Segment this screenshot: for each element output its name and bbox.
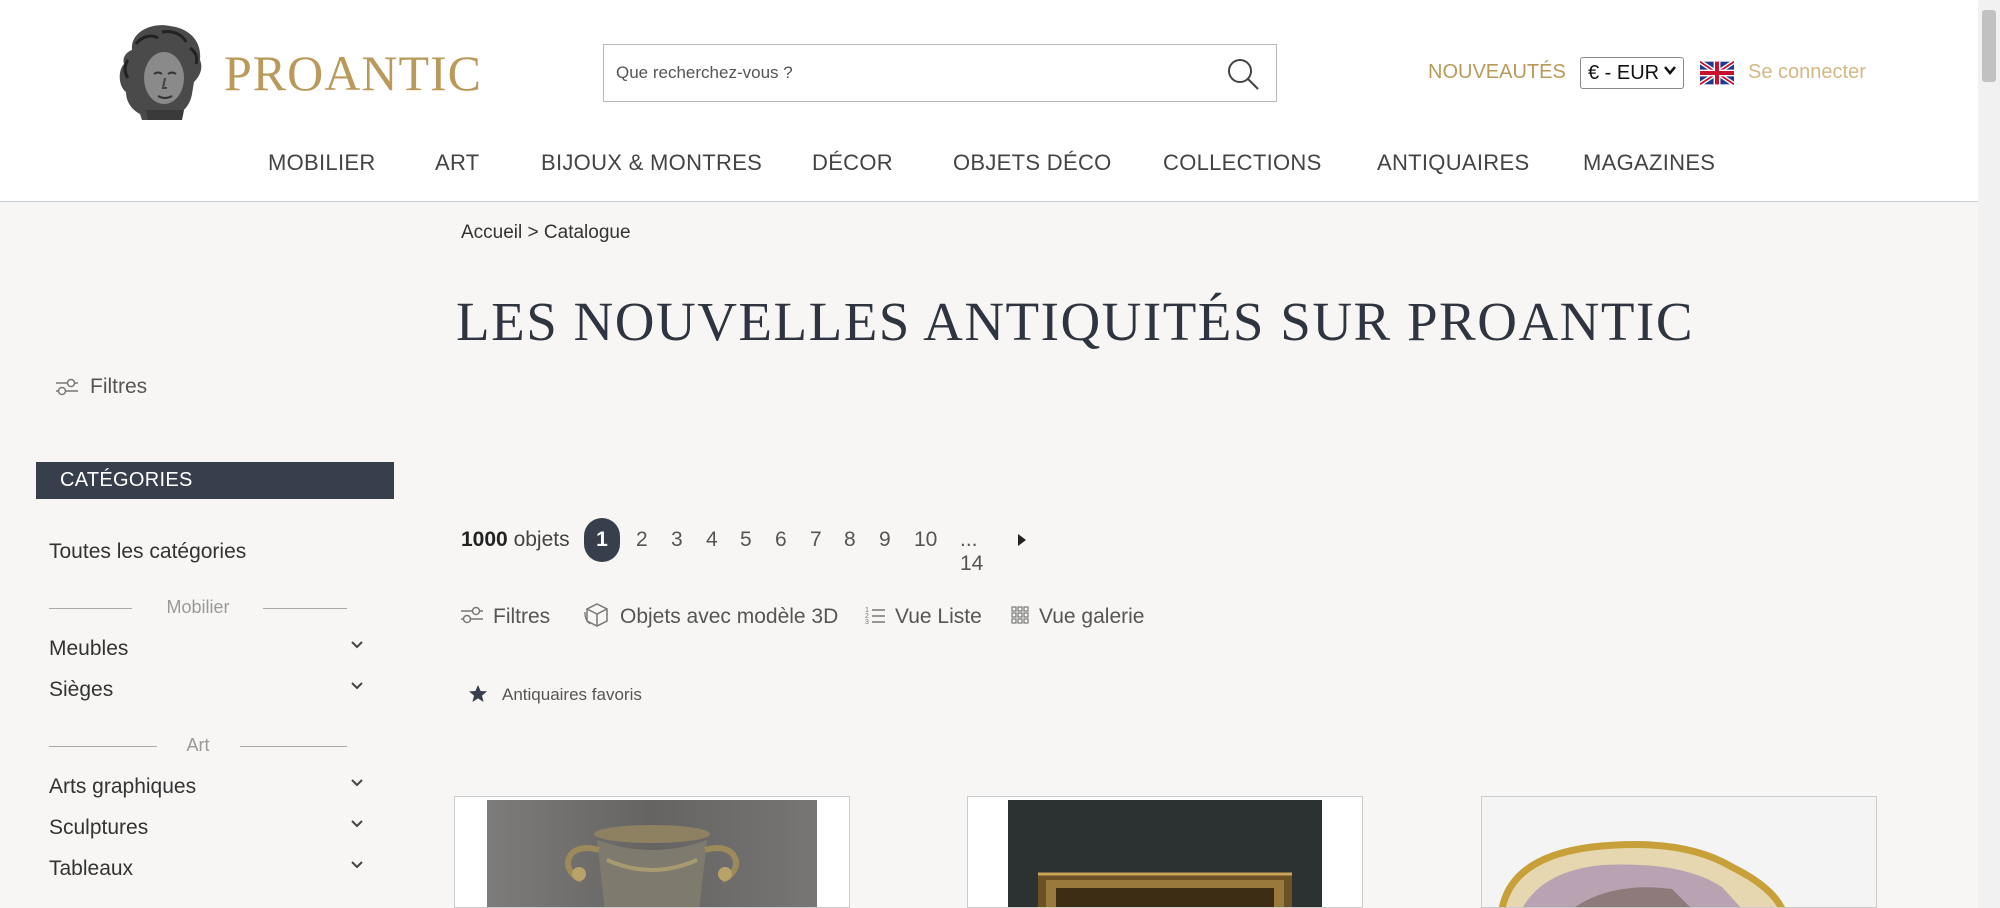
currency-select[interactable]: € - EUR — [1580, 57, 1684, 89]
filters-button[interactable]: Filtres — [461, 605, 550, 629]
list-view-label: Vue Liste — [895, 605, 982, 628]
main-nav: MOBILIER ART BIJOUX & MONTRES DÉCOR OBJE… — [0, 150, 1978, 180]
product-image[interactable] — [1008, 800, 1322, 908]
sidebar-item-sculptures[interactable]: Sculptures — [49, 816, 365, 840]
sidebar-item-label: Sculptures — [49, 816, 149, 839]
product-card[interactable] — [1481, 796, 1877, 908]
sidebar-item-label: Sièges — [49, 678, 114, 701]
favorite-dealers-filter[interactable]: Antiquaires favoris — [468, 685, 642, 705]
nav-item-antiquaires[interactable]: ANTIQUAIRES — [1377, 150, 1529, 176]
sidebar-item-label: Tableaux — [49, 857, 134, 880]
product-image[interactable] — [1482, 797, 1877, 908]
page-link[interactable]: 4 — [706, 528, 718, 552]
nav-item-bijoux-montres[interactable]: BIJOUX & MONTRES — [541, 150, 762, 176]
sidebar-filters-label: Filtres — [90, 375, 148, 398]
gallery-view-button[interactable]: Vue galerie — [1011, 605, 1144, 629]
nav-item-collections[interactable]: COLLECTIONS — [1163, 150, 1322, 176]
all-categories-link[interactable]: Toutes les catégories — [49, 540, 246, 564]
page-link[interactable]: 6 — [775, 528, 787, 552]
product-card[interactable] — [967, 796, 1363, 908]
category-group-art: Art — [49, 735, 347, 757]
filters-button-label: Filtres — [493, 605, 551, 628]
search-input[interactable] — [616, 45, 1196, 101]
page-link[interactable]: 3 — [671, 528, 683, 552]
breadcrumb-separator: > — [527, 222, 539, 243]
nav-item-art[interactable]: ART — [435, 150, 480, 176]
results-count-suffix: objets — [513, 528, 570, 551]
page-title: LES NOUVELLES ANTIQUITÉS SUR PROANTIC — [456, 291, 1694, 352]
sidebar-item-arts-graphiques[interactable]: Arts graphiques — [49, 775, 365, 799]
star-icon — [469, 685, 487, 703]
filters-icon — [56, 379, 78, 396]
logo-text[interactable]: PROANTIC — [224, 44, 482, 102]
page-scrollbar[interactable] — [1978, 0, 2000, 908]
search-icon[interactable] — [1226, 57, 1260, 91]
breadcrumb: Accueil > Catalogue — [461, 222, 631, 244]
uk-flag-icon[interactable] — [1700, 61, 1734, 85]
gallery-view-label: Vue galerie — [1039, 605, 1145, 628]
sidebar-item-meubles[interactable]: Meubles — [49, 637, 365, 661]
search-bar — [603, 44, 1277, 102]
category-group-mobilier: Mobilier — [49, 597, 347, 619]
chevron-down-icon — [351, 682, 363, 690]
sidebar-item-label: Arts graphiques — [49, 775, 197, 798]
breadcrumb-current: Catalogue — [543, 222, 631, 243]
nouveautes-link[interactable]: NOUVEAUTÉS — [1428, 61, 1566, 84]
site-header: PROANTIC NOUVEAUTÉS € - EUR Se connecter… — [0, 0, 1978, 202]
results-count-number: 1000 — [461, 528, 508, 551]
scrollbar-thumb[interactable] — [1982, 10, 1996, 82]
product-card[interactable] — [454, 796, 850, 908]
categories-header: CATÉGORIES — [36, 462, 394, 499]
chevron-down-icon — [351, 861, 363, 869]
page-link[interactable]: 9 — [879, 528, 891, 552]
models-3d-label: Objets avec modèle 3D — [620, 605, 839, 628]
page-link-last[interactable]: ... 14 — [960, 528, 983, 576]
list-view-icon: 1 2 3 — [865, 607, 885, 625]
chevron-down-icon — [351, 641, 363, 649]
sidebar-item-tableaux[interactable]: Tableaux — [49, 857, 365, 881]
page-link[interactable]: 10 — [914, 528, 937, 552]
nav-item-objets-deco[interactable]: OBJETS DÉCO — [953, 150, 1112, 176]
chevron-down-icon — [351, 820, 363, 828]
svg-text:3: 3 — [865, 619, 869, 625]
nav-item-magazines[interactable]: MAGAZINES — [1583, 150, 1715, 176]
sidebar-item-sieges[interactable]: Sièges — [49, 678, 365, 702]
logo-bust-icon[interactable] — [112, 20, 210, 122]
list-view-button[interactable]: 1 2 3 Vue Liste — [865, 605, 982, 629]
sidebar-filters-toggle[interactable]: Filtres — [56, 375, 147, 399]
product-image[interactable] — [487, 800, 817, 908]
cube-3d-icon — [584, 603, 608, 628]
chevron-down-icon — [351, 779, 363, 787]
grid-view-icon — [1011, 606, 1029, 625]
page-link[interactable]: 8 — [844, 528, 856, 552]
nav-item-mobilier[interactable]: MOBILIER — [268, 150, 376, 176]
breadcrumb-home[interactable]: Accueil — [461, 222, 522, 243]
results-count: 1000 objets — [461, 528, 570, 552]
page-link[interactable]: 7 — [810, 528, 822, 552]
filters-icon — [461, 607, 483, 624]
next-page-icon[interactable] — [1016, 532, 1028, 548]
currency-value: € - EUR — [1588, 62, 1660, 84]
login-link[interactable]: Se connecter — [1748, 61, 1866, 84]
nav-item-decor[interactable]: DÉCOR — [812, 150, 893, 176]
page-link[interactable]: 5 — [740, 528, 752, 552]
chevron-down-icon — [1663, 63, 1677, 82]
favorite-dealers-label: Antiquaires favoris — [502, 685, 642, 704]
page-link-current[interactable]: 1 — [584, 518, 620, 562]
models-3d-filter[interactable]: Objets avec modèle 3D — [584, 603, 839, 629]
sidebar-item-label: Meubles — [49, 637, 129, 660]
page-link[interactable]: 2 — [636, 528, 648, 552]
